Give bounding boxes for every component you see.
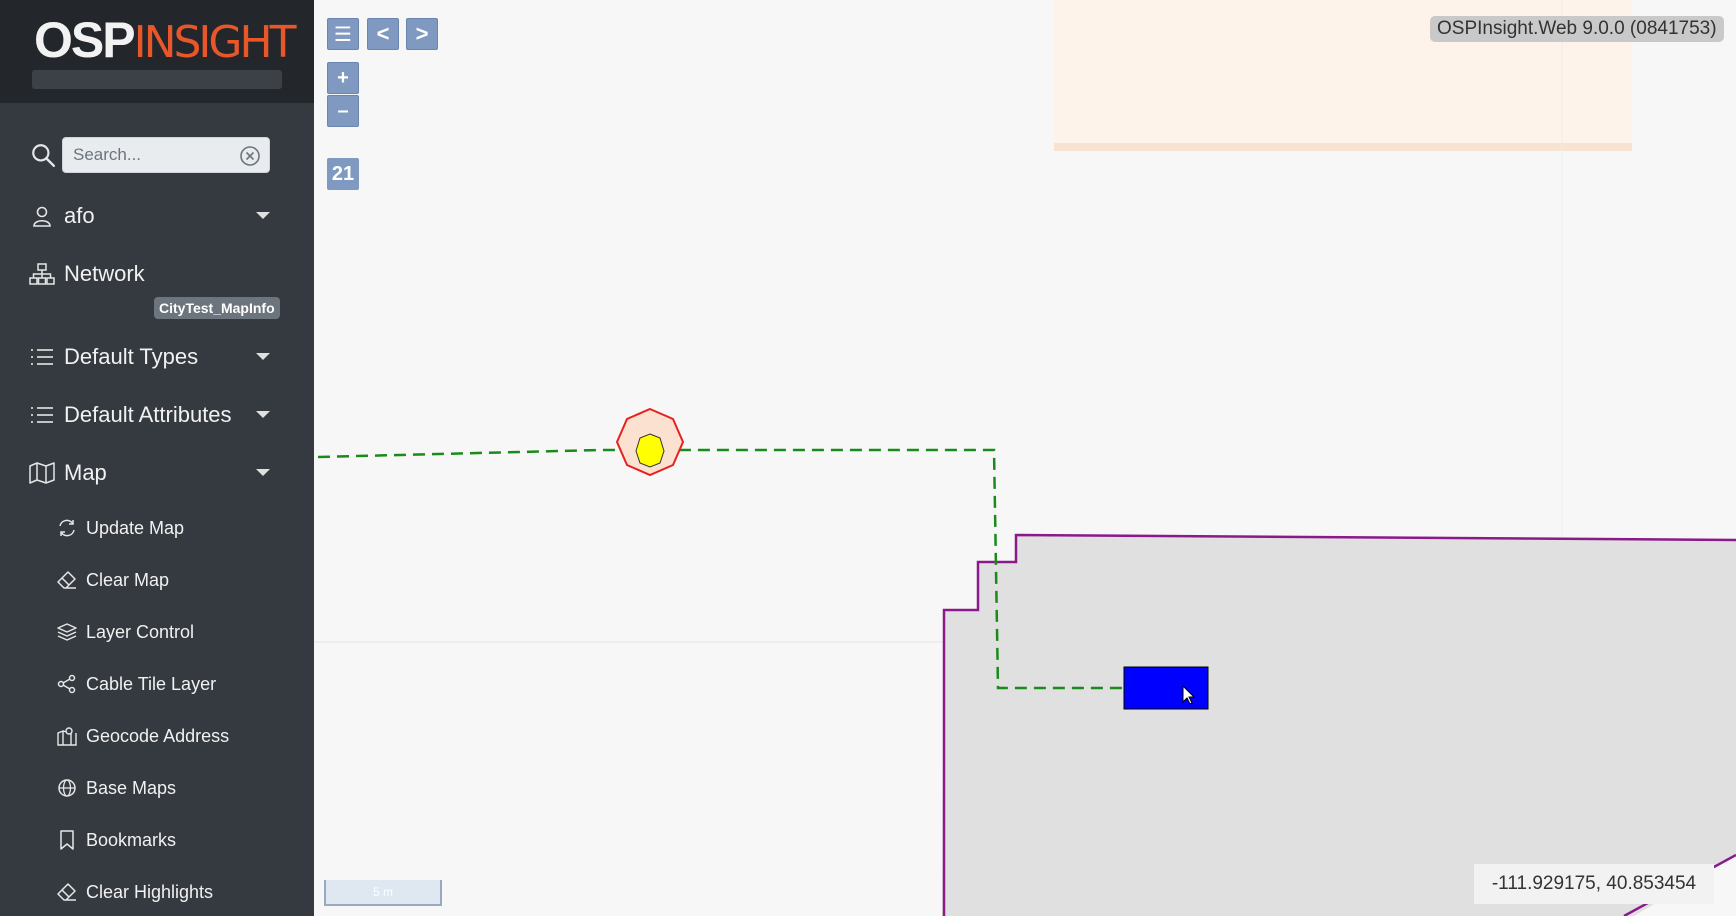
sidebar-item-default-types[interactable]: Default Types [28, 337, 290, 377]
sidebar-item-label: afo [64, 203, 95, 228]
sidebar-item-label: Default Attributes [64, 402, 232, 427]
coordinate-readout: -111.929175, 40.853454 [1474, 864, 1714, 904]
map-canvas[interactable] [314, 0, 1736, 916]
sidebar-item-layer-control[interactable]: Layer Control [56, 615, 296, 649]
map-marker-icon [56, 725, 78, 747]
zoom-out-button[interactable]: – [327, 95, 359, 127]
sidebar-item-label: Geocode Address [86, 725, 230, 746]
parcel-edge [1054, 143, 1632, 151]
sidebar-item-label: Cable Tile Layer [86, 673, 217, 694]
sidebar-item-bookmarks[interactable]: Bookmarks [56, 823, 296, 857]
version-label: OSPInsight.Web 9.0.0 (0841753) [1430, 16, 1724, 42]
sidebar-item-map[interactable]: Map [28, 453, 290, 493]
app-logo: OSPINSIGHT [34, 12, 297, 68]
search-input[interactable] [73, 138, 233, 172]
sidebar-item-label: Clear Map [86, 569, 170, 590]
eraser-icon [56, 881, 78, 903]
network-icon [28, 262, 56, 286]
zoom-in-label: + [337, 66, 349, 89]
service-area-fill[interactable] [942, 535, 1736, 916]
sidebar-item-label: Default Types [64, 344, 199, 369]
bookmark-icon [56, 829, 78, 851]
sidebar-item-network[interactable]: Network [28, 254, 290, 294]
search-icon[interactable] [30, 142, 56, 168]
hamburger-icon: ☰ [334, 23, 352, 46]
sidebar-item-label: Update Map [86, 517, 185, 538]
sidebar-item-label: Base Maps [86, 777, 177, 798]
map-forward-button[interactable]: > [406, 18, 438, 50]
sidebar-item-label: Layer Control [86, 621, 195, 642]
clear-search-icon[interactable] [239, 145, 261, 167]
network-badge[interactable]: CityTest_MapInfo [154, 297, 280, 319]
list-icon [28, 403, 56, 427]
map-back-button[interactable]: < [367, 18, 399, 50]
user-icon [28, 204, 56, 228]
logo-subtitle-bar [32, 70, 282, 89]
sidebar-item-label: Clear Highlights [86, 881, 214, 902]
sidebar-item-update-map[interactable]: Update Map [56, 511, 296, 545]
sidebar-item-clear-highlights[interactable]: Clear Highlights [56, 875, 296, 909]
search-row [28, 136, 288, 174]
back-label: < [376, 21, 390, 46]
chevron-down-icon [256, 411, 270, 418]
chevron-down-icon [256, 469, 270, 476]
refresh-icon [56, 517, 78, 539]
zoom-in-button[interactable]: + [327, 62, 359, 94]
list-icon [28, 345, 56, 369]
sidebar-item-label: Map [64, 460, 107, 485]
sidebar-item-label: Network [64, 261, 145, 286]
sidebar-item-cable-tile-layer[interactable]: Cable Tile Layer [56, 667, 296, 701]
app-window: OSPINSIGHT afo [0, 0, 1736, 916]
sidebar-item-label: Bookmarks [86, 829, 177, 850]
layers-icon [56, 621, 78, 643]
share-nodes-icon [56, 673, 78, 695]
node-center-icon [635, 433, 665, 468]
selected-feature[interactable] [1123, 666, 1209, 710]
sidebar-item-geocode-address[interactable]: Geocode Address [56, 719, 296, 753]
chevron-down-icon [256, 212, 270, 219]
logo-area: OSPINSIGHT [0, 0, 314, 103]
forward-label: > [415, 21, 429, 46]
zoom-level-indicator: 21 [327, 158, 359, 190]
logo-text-osp: OSP [34, 12, 136, 68]
map-features[interactable] [314, 0, 1736, 916]
sidebar-item-default-attributes[interactable]: Default Attributes [28, 395, 290, 435]
map-icon [28, 461, 56, 485]
globe-icon [56, 777, 78, 799]
scale-bar: 5 m [324, 880, 442, 906]
logo-text-insight: INSIGHT [133, 17, 297, 68]
eraser-icon [56, 569, 78, 591]
search-box [62, 137, 270, 173]
sidebar: OSPINSIGHT afo [0, 0, 314, 916]
sidebar-item-clear-map[interactable]: Clear Map [56, 563, 296, 597]
zoom-out-label: – [337, 99, 349, 122]
sidebar-item-user[interactable]: afo [28, 196, 290, 236]
chevron-down-icon [256, 353, 270, 360]
map-menu-button[interactable]: ☰ [327, 18, 359, 50]
sidebar-item-base-maps[interactable]: Base Maps [56, 771, 296, 805]
